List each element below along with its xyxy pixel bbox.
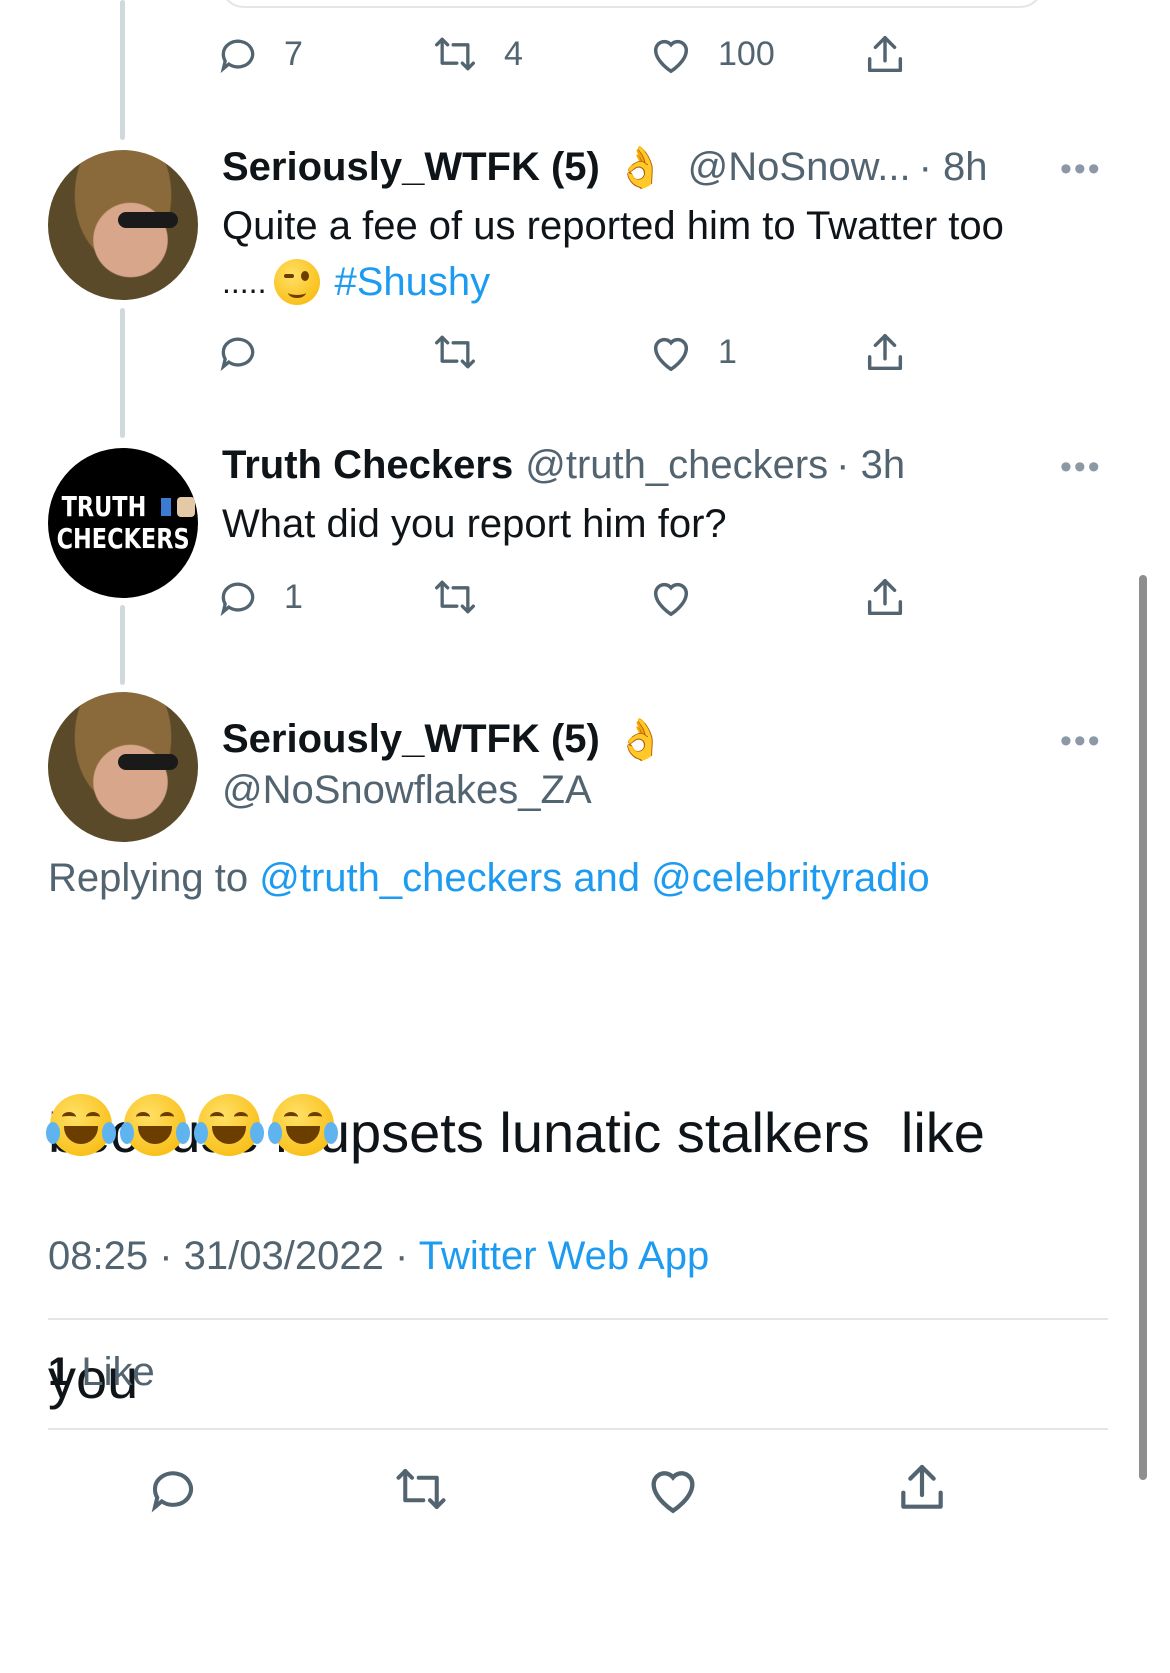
ok-hand-emoji: 👌 <box>615 146 666 190</box>
card-edge <box>220 0 1044 8</box>
likes-summary[interactable]: 1 Like <box>48 1350 155 1395</box>
tweet-meta: 08:25 · 31/03/2022 · Twitter Web App <box>48 1234 710 1278</box>
like-action[interactable]: 1 <box>648 330 737 374</box>
divider <box>48 1318 1108 1320</box>
likes-label: Like <box>81 1350 155 1394</box>
retweet-button[interactable] <box>390 1462 452 1516</box>
display-name[interactable]: Seriously_WTFK (5) <box>222 145 600 190</box>
retweet-icon <box>430 330 480 374</box>
more-options-icon[interactable]: ••• <box>1060 722 1102 761</box>
ellipsis-text: ..... <box>222 264 267 300</box>
share-icon <box>862 330 908 376</box>
retweet-icon <box>430 575 480 619</box>
user-handle[interactable]: @NoSnowflakes_ZA <box>222 768 592 813</box>
tweet-text-line: Quite a fee of us reported him to Twatte… <box>222 204 1004 248</box>
timestamp[interactable]: · 8h <box>919 145 988 190</box>
tears-of-joy-emoji <box>194 1094 264 1156</box>
divider <box>48 1428 1108 1430</box>
display-name[interactable]: Truth Checkers <box>222 443 513 488</box>
likes-count: 1 <box>48 1350 71 1394</box>
reply-action[interactable] <box>216 330 260 374</box>
like-action[interactable] <box>648 575 694 619</box>
retweet-action[interactable] <box>430 330 480 374</box>
replying-prefix: Replying to <box>48 856 249 900</box>
reply1-header: Seriously_WTFK (5) 👌 @NoSnow... · 8h <box>222 144 988 191</box>
reply-action[interactable]: 7 <box>216 32 303 76</box>
like-count: 100 <box>718 34 775 73</box>
tears-of-joy-emoji <box>46 1094 116 1156</box>
main-tweet-text: because it upsets lunatic stalkers like … <box>48 928 985 1502</box>
avatar[interactable] <box>48 150 198 300</box>
replying-users-link[interactable]: @truth_checkers and @celebrityradio <box>259 856 929 900</box>
tears-of-joy-emoji <box>120 1094 190 1156</box>
tweet-text: What did you report him for? <box>222 502 727 546</box>
reply-icon <box>216 330 260 374</box>
share-icon <box>862 32 908 78</box>
share-icon <box>894 1460 950 1516</box>
reply-icon <box>216 575 260 619</box>
avatar[interactable] <box>48 692 198 842</box>
main-header: Seriously_WTFK (5) 👌 <box>222 716 666 763</box>
logo-text: TRUTH <box>61 490 147 523</box>
heart-icon <box>644 1462 702 1516</box>
retweet-icon <box>430 32 480 76</box>
heart-icon <box>648 32 694 76</box>
sunglasses <box>118 212 178 228</box>
thumbs-up-icon <box>176 497 195 517</box>
tweet-source-link[interactable]: Twitter Web App <box>419 1234 710 1278</box>
display-name[interactable]: Seriously_WTFK (5) <box>222 717 600 762</box>
heart-icon <box>648 330 694 374</box>
thumbs-up-icon <box>160 498 171 516</box>
reply-count: 1 <box>284 577 303 616</box>
reply-count: 7 <box>284 34 303 73</box>
ok-hand-emoji: 👌 <box>615 718 666 762</box>
retweet-action[interactable]: 4 <box>430 32 523 76</box>
heart-icon <box>648 575 694 619</box>
winking-face-emoji <box>274 259 321 305</box>
like-action[interactable]: 100 <box>648 32 775 76</box>
more-options-icon[interactable]: ••• <box>1060 150 1102 189</box>
reply-button[interactable] <box>146 1462 200 1516</box>
emoji-row <box>46 1094 338 1156</box>
retweet-action[interactable] <box>430 575 480 619</box>
logo-text: CHECKERS <box>56 522 190 555</box>
hashtag-link[interactable]: #Shushy <box>334 254 490 310</box>
thread-line <box>120 308 125 438</box>
reply-icon <box>146 1462 200 1516</box>
tweet-text-line: ..... #Shushy <box>222 254 1004 310</box>
tweet-time[interactable]: 08:25 <box>48 1234 148 1278</box>
thread-line <box>120 605 125 685</box>
more-options-icon[interactable]: ••• <box>1060 448 1102 487</box>
reply-icon <box>216 32 260 76</box>
share-button[interactable] <box>894 1460 950 1516</box>
timestamp[interactable]: · 3h <box>836 443 905 488</box>
share-icon <box>862 575 908 621</box>
tweet-text: Quite a fee of us reported him to Twatte… <box>222 198 1004 310</box>
replying-to: Replying to @truth_checkers and @celebri… <box>48 856 930 901</box>
scrollbar[interactable] <box>1139 575 1147 1480</box>
retweet-icon <box>390 1462 452 1516</box>
user-handle[interactable]: @NoSnow... <box>688 145 911 190</box>
like-count: 1 <box>718 332 737 371</box>
reply2-header: Truth Checkers @truth_checkers · 3h <box>222 443 905 488</box>
like-button[interactable] <box>644 1462 702 1516</box>
share-action[interactable] <box>862 330 908 376</box>
share-action[interactable] <box>862 32 908 78</box>
tweet-text-line: you <box>48 1347 139 1410</box>
share-action[interactable] <box>862 575 908 621</box>
avatar[interactable]: TRUTH CHECKERS <box>48 448 198 598</box>
reply-action[interactable]: 1 <box>216 575 303 619</box>
tears-of-joy-emoji <box>268 1094 338 1156</box>
sunglasses <box>118 754 178 770</box>
thread-line <box>120 0 125 140</box>
retweet-count: 4 <box>504 34 523 73</box>
user-handle[interactable]: @truth_checkers <box>525 443 828 488</box>
tweet-date[interactable]: 31/03/2022 <box>184 1234 384 1278</box>
